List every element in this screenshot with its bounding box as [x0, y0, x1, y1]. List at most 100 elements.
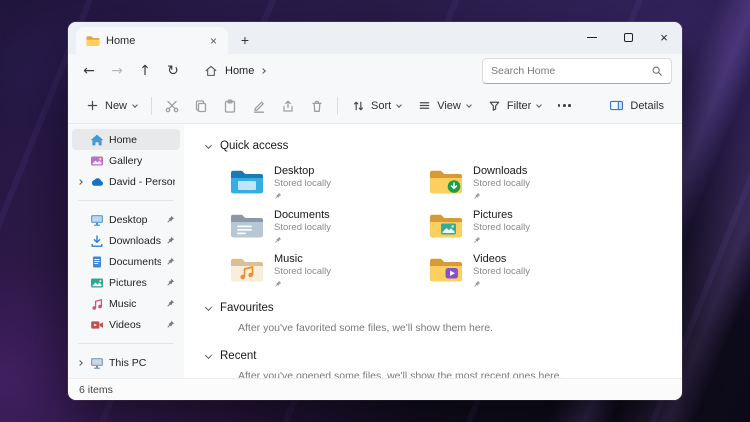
- sidebar-divider: [78, 200, 174, 201]
- gallery-icon: [90, 154, 104, 168]
- details-button[interactable]: Details: [601, 92, 672, 120]
- sidebar-item-desktop[interactable]: Desktop: [72, 209, 180, 230]
- tab-home[interactable]: Home ×: [76, 27, 228, 54]
- more-button[interactable]: [550, 92, 578, 120]
- filter-icon: [488, 99, 501, 112]
- chevron-down-icon: [536, 102, 542, 108]
- new-button[interactable]: New: [78, 92, 145, 120]
- pin-icon: [473, 280, 481, 288]
- tab-close-icon[interactable]: ×: [205, 32, 222, 49]
- tile-videos[interactable]: Videos Stored locally: [423, 250, 608, 290]
- rename-button[interactable]: [245, 92, 273, 120]
- sidebar-item-downloads[interactable]: Downloads: [72, 230, 180, 251]
- plus-icon: [86, 99, 99, 112]
- copy-button[interactable]: [187, 92, 215, 120]
- pin-icon: [166, 278, 175, 287]
- titlebar[interactable]: Home × + ×: [68, 22, 682, 54]
- window-body: Home Gallery David - Perso: [68, 124, 682, 378]
- section-title: Recent: [220, 350, 256, 362]
- maximize-icon: [624, 33, 633, 42]
- tile-text: Videos Stored locally: [473, 252, 530, 288]
- view-icon: [418, 99, 431, 112]
- breadcrumb-chevron-icon[interactable]: [261, 68, 267, 74]
- tile-downloads[interactable]: Downloads Stored locally: [423, 162, 608, 202]
- sidebar-item-videos[interactable]: Videos: [72, 314, 180, 335]
- this-pc-icon: [90, 356, 104, 370]
- expand-chevron-icon[interactable]: [74, 180, 85, 184]
- expand-chevron-icon[interactable]: [74, 361, 85, 365]
- sidebar-item-this-pc[interactable]: This PC: [72, 352, 180, 373]
- tile-name: Pictures: [473, 208, 530, 222]
- sidebar-item-gallery[interactable]: Gallery: [72, 150, 180, 171]
- address-bar[interactable]: Home: [196, 58, 472, 84]
- pin-icon: [274, 192, 282, 200]
- view-label: View: [437, 100, 461, 112]
- search-box[interactable]: [482, 58, 672, 84]
- sort-button[interactable]: Sort: [344, 92, 409, 120]
- music-icon: [90, 297, 104, 311]
- tile-name: Music: [274, 252, 331, 266]
- paste-button[interactable]: [216, 92, 244, 120]
- sidebar-divider: [78, 343, 174, 344]
- tile-text: Pictures Stored locally: [473, 208, 530, 244]
- pin-icon: [166, 236, 175, 245]
- breadcrumb[interactable]: Home: [225, 65, 254, 77]
- close-button[interactable]: ×: [646, 22, 682, 52]
- tab-label: Home: [106, 35, 199, 47]
- new-tab-button[interactable]: +: [234, 29, 256, 51]
- sidebar-item-label: Videos: [109, 319, 161, 331]
- sidebar-item-music[interactable]: Music: [72, 293, 180, 314]
- command-bar: New: [68, 88, 682, 124]
- view-button[interactable]: View: [410, 92, 479, 120]
- filter-button[interactable]: Filter: [480, 92, 549, 120]
- sidebar-item-label: This PC: [109, 357, 175, 369]
- search-icon: [651, 65, 663, 77]
- separator: [337, 97, 338, 115]
- sidebar-item-documents[interactable]: Documents: [72, 251, 180, 272]
- desktop-folder-icon: [230, 168, 264, 196]
- navigation-pane: Home Gallery David - Perso: [68, 124, 184, 378]
- cut-button[interactable]: [158, 92, 186, 120]
- tile-desktop[interactable]: Desktop Stored locally: [224, 162, 409, 202]
- tile-pictures[interactable]: Pictures Stored locally: [423, 206, 608, 246]
- search-input[interactable]: [491, 65, 651, 77]
- sort-icon: [352, 99, 365, 112]
- pin-icon: [473, 192, 481, 200]
- delete-button[interactable]: [303, 92, 331, 120]
- sidebar-item-home[interactable]: Home: [72, 129, 180, 150]
- maximize-button[interactable]: [610, 22, 646, 52]
- forward-button[interactable]: →: [104, 58, 130, 84]
- section-title: Favourites: [220, 302, 274, 314]
- back-button[interactable]: ←: [76, 58, 102, 84]
- minimize-button[interactable]: [574, 22, 610, 52]
- up-button[interactable]: ↑: [132, 58, 158, 84]
- section-recent[interactable]: Recent: [206, 346, 668, 366]
- favourites-empty-text: After you've favorited some files, we'll…: [238, 322, 668, 334]
- section-favourites[interactable]: Favourites: [206, 298, 668, 318]
- tile-subtitle: Stored locally: [473, 266, 530, 278]
- downloads-folder-icon: [429, 168, 463, 196]
- share-button[interactable]: [274, 92, 302, 120]
- pin-icon: [274, 280, 282, 288]
- pin-icon: [166, 299, 175, 308]
- recent-empty-text: After you've opened some files, we'll sh…: [238, 370, 668, 378]
- sidebar-item-pictures[interactable]: Pictures: [72, 272, 180, 293]
- pin-icon: [473, 236, 481, 244]
- documents-folder-icon: [230, 212, 264, 240]
- tile-music[interactable]: Music Stored locally: [224, 250, 409, 290]
- onedrive-cloud-icon: [90, 175, 104, 189]
- share-icon: [281, 99, 295, 113]
- status-bar: 6 items: [68, 378, 682, 400]
- section-quick-access[interactable]: Quick access: [206, 136, 668, 156]
- chevron-down-icon: [132, 102, 138, 108]
- videos-folder-icon: [429, 256, 463, 284]
- pin-icon: [166, 257, 175, 266]
- refresh-button[interactable]: ↻: [160, 58, 186, 84]
- sidebar-item-onedrive[interactable]: David - Persona: [72, 171, 180, 192]
- tile-subtitle: Stored locally: [274, 178, 331, 190]
- tile-documents[interactable]: Documents Stored locally: [224, 206, 409, 246]
- sidebar-item-label: David - Persona: [109, 176, 175, 188]
- tile-subtitle: Stored locally: [274, 222, 331, 234]
- tile-name: Videos: [473, 252, 530, 266]
- pin-icon: [166, 215, 175, 224]
